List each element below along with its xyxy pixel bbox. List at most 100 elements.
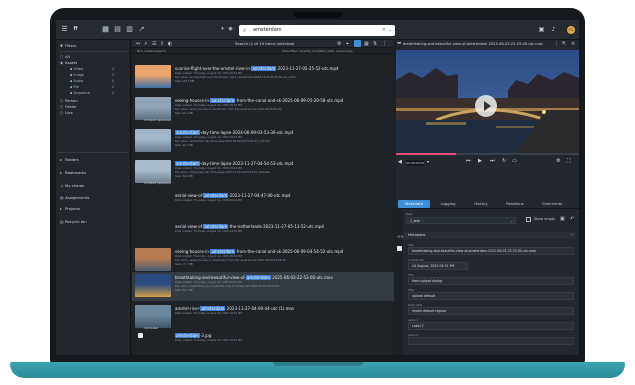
volume-icon[interactable]: ◀ [398, 159, 402, 165]
video-thumbnail[interactable] [135, 274, 171, 297]
loop-icon[interactable]: ↻ [502, 158, 506, 164]
play-icon[interactable]: ▶ [478, 158, 482, 164]
video-thumbnail[interactable] [135, 248, 171, 271]
close-icon[interactable]: × [571, 41, 575, 47]
sidebar-item-recycle-bin[interactable]: ▥Recycle bin [60, 219, 87, 225]
chevron-down-icon[interactable]: ▾ [427, 159, 429, 164]
tag-icon[interactable]: ⌖ [346, 41, 349, 47]
image-file-icon[interactable] [138, 333, 143, 338]
chat-icon[interactable]: ▣ [538, 26, 545, 33]
list-item[interactable]: aerial-view-of-amsterdam-2023-11-27-04-4… [132, 190, 394, 219]
sidebar-item-bookmarks[interactable]: ▸ Bookmarks [60, 170, 86, 176]
item-title[interactable]: sunrise-flight-over-the-amstel-river-in-… [175, 66, 339, 71]
sort-icon[interactable]: ⇅ [373, 41, 377, 47]
tab-logging[interactable]: Logging [432, 200, 464, 208]
sidebar-item-folders[interactable]: ▸ Folders [60, 157, 79, 163]
skip-forward-icon[interactable]: ⏭ [490, 158, 495, 164]
grid-toggle-icon[interactable] [354, 40, 361, 47]
menu-icon[interactable]: ☰ [61, 26, 68, 33]
sort-order-label[interactable]: Date filter: recently modified (date, as… [282, 48, 353, 54]
sidebar-item-assignments[interactable]: ▤Assignments [60, 195, 89, 201]
list-item[interactable]: amsterdam-2.jpgDate created: Thursday, A… [132, 354, 394, 355]
notification-icon[interactable]: ♪ [550, 26, 557, 33]
grid-view-icon[interactable]: ▦ [102, 26, 109, 33]
film-icon[interactable]: ▥ [126, 26, 133, 33]
video-thumbnail[interactable] [135, 129, 171, 152]
fullscreen-icon[interactable]: ⇱ [562, 41, 566, 47]
field-input[interactable]: upload default [408, 292, 574, 300]
clear-icon[interactable]: × [382, 25, 386, 36]
view-icon[interactable]: ▦ [364, 41, 369, 47]
item-title[interactable]: seeing-houses-in-amsterdam-from-the-cana… [175, 98, 343, 103]
chevron-down-icon[interactable]: ⌄ [388, 25, 392, 36]
field-input[interactable]: breathtaking-and-beautiful-view-of-amste… [408, 247, 574, 255]
video-thumbnail[interactable] [135, 65, 171, 88]
screen-icon[interactable]: ▭ [512, 158, 517, 164]
type-select[interactable]: 1_test ⌄ [406, 217, 516, 224]
undo-icon[interactable]: ↶ [570, 216, 574, 222]
lightning-icon[interactable]: ⚡ [144, 41, 148, 47]
sidebar-item-my-shares[interactable]: ◁ My shares [60, 183, 84, 189]
item-title[interactable]: amsterdam-day-time-lapse-2024-06-09-03-5… [175, 130, 294, 135]
more-icon[interactable]: ⋮ [554, 41, 559, 47]
non-related-search[interactable]: Non-related search [137, 48, 166, 54]
video-thumbnail[interactable] [135, 305, 171, 328]
tab-history[interactable]: History [466, 200, 496, 208]
list-item[interactable]: amsterdam-day-time-lapse-2024-06-09-03-5… [132, 127, 394, 156]
filter-item-image[interactable]: ▪ Image 2 [70, 73, 114, 78]
item-title[interactable]: amstel-river-amsterdam-2023-11-27-04-00-… [175, 306, 294, 311]
book-icon[interactable]: ▤ [114, 26, 121, 33]
filter-item-sequence[interactable]: ▪ Sequence 0 [70, 91, 114, 96]
save-icon[interactable]: ▣ [560, 216, 565, 222]
field-input[interactable]: Label 2 [408, 322, 574, 330]
filter-dropdown-icon[interactable]: ▾ [219, 26, 226, 33]
filter-item-video[interactable]: ▪ Video 4 [70, 67, 114, 72]
list-item[interactable]: amsterdam-3.jpg Date created: Thursday, A… [132, 330, 394, 355]
list-item[interactable]: sunrise-flight-over-the-amstel-river-in-… [132, 63, 394, 92]
field-input[interactable]: model default regular [408, 307, 574, 315]
settings-icon[interactable]: ⚙ [556, 158, 560, 164]
filter-item-audio[interactable]: ▪ Audio 0 [70, 79, 114, 84]
settings-icon[interactable]: ⚙ [337, 41, 341, 47]
video-player[interactable] [396, 50, 579, 153]
show-empty-checkbox[interactable] [526, 217, 531, 222]
more-icon[interactable]: ⋮ [382, 41, 387, 47]
tab-comments[interactable]: Comments [534, 200, 570, 208]
list-item[interactable]: seeing-houses-in-amsterdam-from-the-cana… [132, 246, 394, 275]
refresh-icon[interactable]: ◐ [168, 41, 172, 47]
video-thumbnail[interactable] [135, 160, 171, 183]
eye-icon[interactable]: ◉ [227, 26, 234, 33]
filters-header[interactable]: ▼ Filters [60, 43, 76, 49]
filter-item-live[interactable]: ○ Live [60, 110, 73, 116]
sidebar-item-projects[interactable]: ▸ Projects [60, 206, 80, 212]
field-input[interactable]: from upload dialog [408, 277, 574, 285]
list-item[interactable]: amstel-river-amsterdam-2023-11-27-04-00-… [132, 303, 394, 332]
list-item[interactable]: breathtaking-and-beautiful-view-of-amste… [132, 272, 394, 301]
document-icon[interactable] [397, 246, 402, 251]
item-title[interactable]: seeing-houses-in-amsterdam-from-the-cana… [175, 249, 343, 254]
item-title[interactable]: amsterdam-day-time-lapse-2023-11-27-04-5… [175, 161, 294, 166]
list-item[interactable]: amsterdam-day-time-lapse-2023-11-27-04-5… [132, 158, 394, 187]
play-button[interactable] [475, 95, 497, 117]
field-input[interactable]: 14 August, 2025 09:31 PM [408, 262, 468, 270]
item-title[interactable]: aerial-view-of-amsterdam-the-netherlands… [175, 224, 324, 229]
item-title[interactable]: amsterdam-3.jpg [175, 333, 211, 338]
skip-back-icon[interactable]: ⏮ [466, 158, 471, 164]
tab-metadata[interactable]: Metadata [398, 200, 430, 208]
list-item[interactable]: seeing-houses-in-amsterdam-from-the-cana… [132, 95, 394, 124]
code-icon[interactable]: <> [397, 234, 404, 239]
tab-relations[interactable]: Relations [498, 200, 532, 208]
collapse-icon[interactable]: ↔ [136, 41, 140, 47]
metadata-section[interactable]: Metadata − [404, 232, 576, 239]
chart-icon[interactable]: ↗ [138, 26, 145, 33]
list-icon[interactable]: ☰ [152, 41, 156, 47]
fullscreen-icon[interactable]: ⛶ [567, 158, 571, 164]
upload-icon[interactable]: ⇪ [160, 41, 164, 47]
filter-item-file[interactable]: ▪ File 0 [70, 85, 114, 90]
search-input[interactable]: ⌕ amsterdam × ⌄ [239, 25, 395, 36]
avatar[interactable]: TC [567, 26, 575, 34]
item-title[interactable]: breathtaking-and-beautiful-view-of-amste… [175, 275, 333, 280]
filter-item-assets[interactable]: ◉ Assets [60, 60, 77, 66]
item-title[interactable]: aerial-view-of-amsterdam-2023-11-27-04-4… [175, 193, 291, 198]
field-input[interactable] [408, 337, 574, 345]
